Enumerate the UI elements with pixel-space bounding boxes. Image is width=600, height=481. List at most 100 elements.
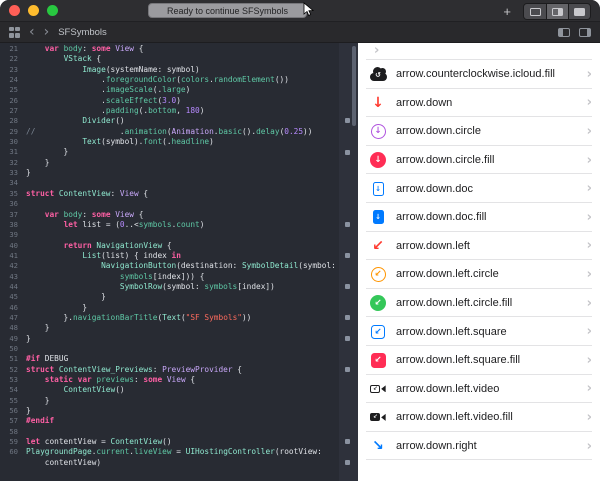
symbol-row[interactable]: ↙arrow.down.left.circle.fill› — [358, 289, 600, 318]
code-line[interactable]: 32 } — [0, 158, 358, 168]
symbol-row[interactable]: ↓arrow.down.circle.fill› — [358, 146, 600, 175]
code-line[interactable]: 21 var body: some View { — [0, 44, 358, 54]
symbol-row[interactable]: ↓arrow.down.doc› — [358, 174, 600, 203]
editor-pane-icon[interactable] — [558, 28, 570, 37]
code-line[interactable]: 33} — [0, 168, 358, 178]
code-line[interactable]: 37 var body: some View { — [0, 210, 358, 220]
code-line[interactable]: 54 ContentView() — [0, 385, 358, 395]
code-line[interactable]: 42 NavigationButton(destination: SymbolD… — [0, 261, 358, 271]
symbol-name: arrow.down.left.square — [396, 326, 581, 338]
inline-result-button[interactable] — [345, 367, 350, 372]
symbol-row[interactable]: ↓arrow.down.circle› — [358, 117, 600, 146]
code-line[interactable]: 55 } — [0, 396, 358, 406]
inline-result-button[interactable] — [345, 460, 350, 465]
inline-result-button[interactable] — [345, 315, 350, 320]
code-line[interactable]: 46 } — [0, 303, 358, 313]
code-line[interactable]: 51#if DEBUG — [0, 354, 358, 364]
line-number: 60 — [0, 447, 26, 457]
symbol-name: arrow.down.left.circle.fill — [396, 297, 581, 309]
code-line[interactable]: 52struct ContentView_Previews: PreviewPr… — [0, 365, 358, 375]
code-line[interactable]: 36 — [0, 199, 358, 209]
inline-result-button[interactable] — [345, 439, 350, 444]
code-editor[interactable]: 21 var body: some View {22 VStack {23 Im… — [0, 43, 358, 481]
arrow-glyph: ↙ — [374, 298, 381, 308]
code-line[interactable]: 22 VStack { — [0, 54, 358, 64]
code-line[interactable]: 50 — [0, 344, 358, 354]
code-text: // .animation(Animation.basic().delay(0.… — [26, 127, 312, 137]
view-live-only-button[interactable] — [568, 4, 590, 19]
zoom-button[interactable] — [47, 5, 58, 16]
code-line[interactable]: 44 SymbolRow(symbol: symbols[index]) — [0, 282, 358, 292]
code-line[interactable]: 26 .scaleEffect(3.0) — [0, 96, 358, 106]
symbol-row[interactable]: ↙arrow.down.left.video› — [358, 375, 600, 404]
editor-scrollbar[interactable] — [352, 46, 356, 126]
inline-result-button[interactable] — [345, 150, 350, 155]
code-text: } — [26, 292, 106, 302]
code-line[interactable]: 49} — [0, 334, 358, 344]
breadcrumb[interactable]: SFSymbols — [58, 27, 107, 38]
code-line[interactable]: 38 let list = (0..<symbols.count) — [0, 220, 358, 230]
code-line[interactable]: 24 .foregroundColor(colors.randomElement… — [0, 75, 358, 85]
inline-result-button[interactable] — [345, 118, 350, 123]
symbol-row[interactable]: ↙arrow.down.left.video.fill› — [358, 403, 600, 432]
square-fill-icon: ↙ — [371, 353, 386, 368]
code-line[interactable]: 56} — [0, 406, 358, 416]
code-line[interactable]: 60PlaygroundPage.current.liveView = UIHo… — [0, 447, 358, 457]
symbol-row[interactable]: ↙arrow.down.left.square› — [358, 317, 600, 346]
symbol-name: arrow.down.left.video.fill — [396, 411, 581, 423]
titlebar: Ready to continue SFSymbols + — [0, 0, 600, 22]
code-line[interactable]: 31 } — [0, 147, 358, 157]
symbol-row[interactable]: ↓arrow.down› — [358, 89, 600, 118]
code-line[interactable]: 43 symbols[index])) { — [0, 272, 358, 282]
pages-grid-icon[interactable] — [9, 27, 20, 38]
code-line[interactable]: 59let contentView = ContentView() — [0, 437, 358, 447]
code-line[interactable]: 29// .animation(Animation.basic().delay(… — [0, 127, 358, 137]
circle-fill-icon: ↓ — [370, 152, 386, 168]
symbol-icon: ↘ — [368, 436, 388, 456]
symbol-row[interactable]: ↙arrow.down.left.square.fill› — [358, 346, 600, 375]
code-line[interactable]: 30 Text(symbol).font(.headline) — [0, 137, 358, 147]
code-line[interactable]: 23 Image(systemName: symbol) — [0, 65, 358, 75]
code-line[interactable]: 41 List(list) { index in — [0, 251, 358, 261]
symbol-row[interactable]: › — [358, 43, 600, 60]
arrow-glyph: ↓ — [375, 185, 381, 193]
minimize-button[interactable] — [28, 5, 39, 16]
status-pill[interactable]: Ready to continue SFSymbols — [148, 3, 307, 18]
code-line[interactable]: 58 — [0, 427, 358, 437]
code-line[interactable]: 39 — [0, 230, 358, 240]
code-line[interactable]: 34 — [0, 178, 358, 188]
symbol-icon: ↙ — [368, 236, 388, 256]
back-button[interactable]: ‹ — [29, 25, 35, 39]
code-line[interactable]: 25 .imageScale(.large) — [0, 85, 358, 95]
view-code-only-button[interactable] — [524, 4, 546, 19]
code-line[interactable]: 35struct ContentView: View { — [0, 189, 358, 199]
code-line[interactable]: 57#endif — [0, 416, 358, 426]
inline-result-button[interactable] — [345, 222, 350, 227]
forward-button[interactable]: › — [44, 25, 50, 39]
code-line[interactable]: 27 .padding(.bottom, 180) — [0, 106, 358, 116]
code-line[interactable]: 53 static var previews: some View { — [0, 375, 358, 385]
code-line[interactable]: 45 } — [0, 292, 358, 302]
symbol-row[interactable]: ↙arrow.down.left.circle› — [358, 260, 600, 289]
add-button[interactable]: + — [500, 4, 514, 19]
symbol-row[interactable]: ↙arrow.down.left› — [358, 232, 600, 261]
video-icon: ↙ — [370, 413, 385, 421]
inspector-pane-icon[interactable] — [579, 28, 591, 37]
code-line[interactable]: 28 Divider() — [0, 116, 358, 126]
view-split-button[interactable] — [546, 4, 568, 19]
code-line[interactable]: 48 } — [0, 323, 358, 333]
live-only-icon — [574, 8, 585, 16]
symbol-row[interactable]: ↺arrow.counterclockwise.icloud.fill› — [358, 60, 600, 89]
inline-result-button[interactable] — [345, 253, 350, 258]
close-button[interactable] — [9, 5, 20, 16]
code-line[interactable]: 47 }.navigationBarTitle(Text("SF Symbols… — [0, 313, 358, 323]
code-line[interactable]: contentView) — [0, 458, 358, 468]
symbol-row[interactable]: ↘arrow.down.right› — [358, 432, 600, 461]
arrow-glyph: ↓ — [374, 155, 381, 165]
inline-result-button[interactable] — [345, 284, 350, 289]
symbol-row[interactable]: ↓arrow.down.doc.fill› — [358, 203, 600, 232]
code-line[interactable]: 40 return NavigationView { — [0, 241, 358, 251]
code-only-icon — [530, 8, 541, 16]
inline-result-button[interactable] — [345, 336, 350, 341]
line-number: 28 — [0, 116, 26, 126]
